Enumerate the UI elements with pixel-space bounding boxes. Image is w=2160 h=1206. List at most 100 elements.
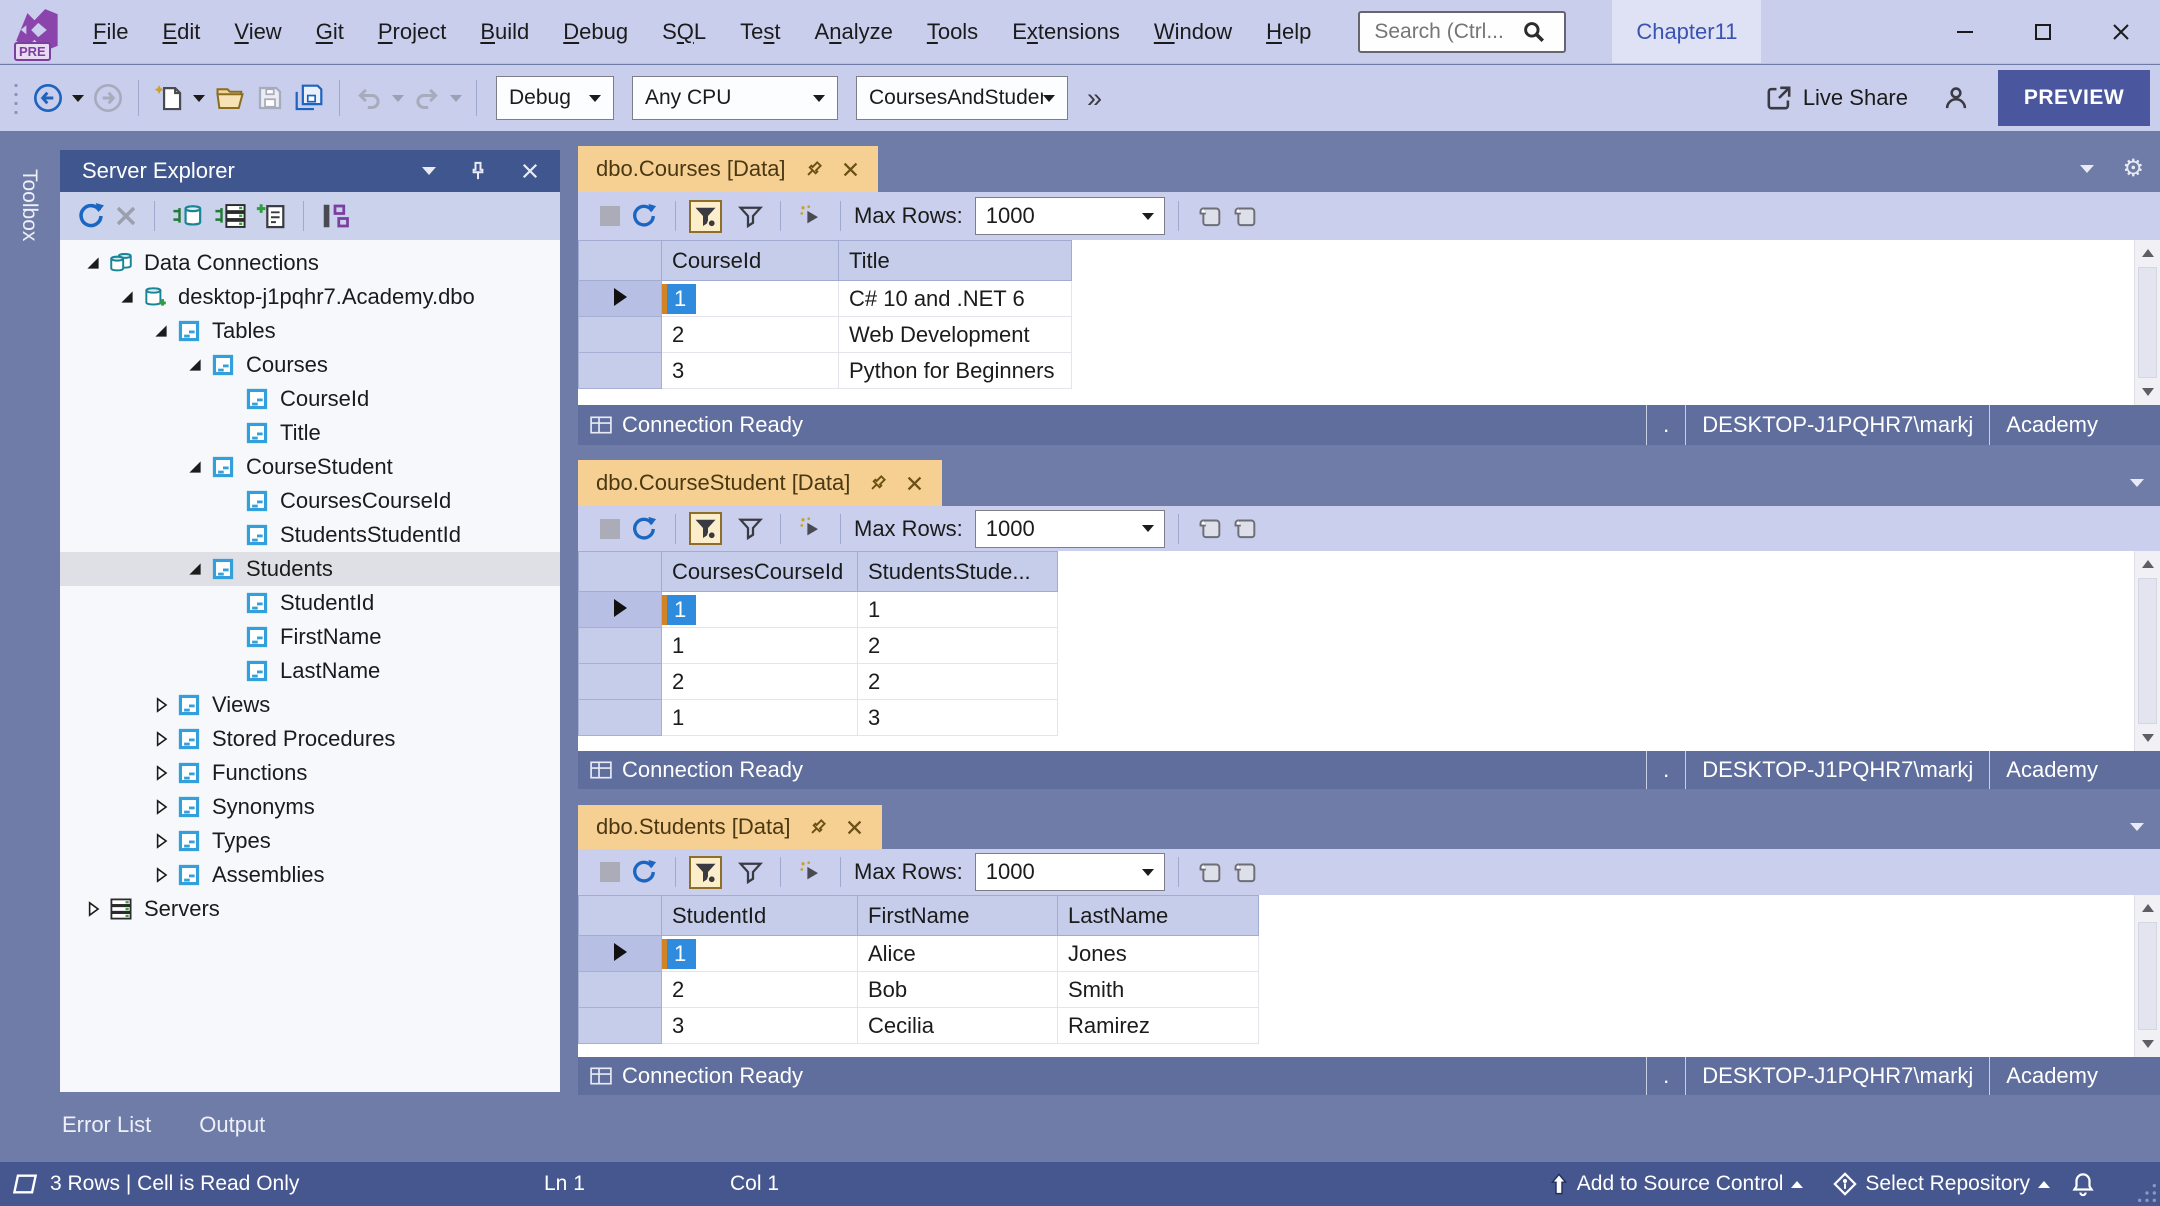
close-button[interactable]	[2082, 0, 2160, 64]
connect-to-server-icon[interactable]	[209, 197, 251, 235]
filter-icon[interactable]	[734, 512, 767, 545]
column-header-coursescourseid[interactable]: CoursesCourseId	[662, 552, 858, 592]
expander-collapsed-icon[interactable]	[148, 764, 174, 782]
grid-cell[interactable]: Ramirez	[1058, 1008, 1259, 1044]
minimize-button[interactable]	[1926, 0, 2004, 64]
expander-collapsed-icon[interactable]	[148, 866, 174, 884]
vertical-scrollbar[interactable]	[2134, 551, 2160, 751]
resize-grip[interactable]	[2136, 1182, 2158, 1204]
grid-cell[interactable]: 1	[662, 592, 858, 628]
tree-item-data-connections[interactable]: Data Connections	[60, 246, 560, 280]
column-header-firstname[interactable]: FirstName	[858, 896, 1058, 936]
live-share-button[interactable]: Live Share	[1765, 84, 1908, 112]
grid-cell[interactable]: Bob	[858, 972, 1058, 1008]
menu-project[interactable]: Project	[361, 0, 463, 64]
startup-project-combo[interactable]: CoursesAndStudents	[856, 76, 1068, 120]
tab-close-icon[interactable]	[905, 474, 924, 493]
refresh-icon[interactable]	[626, 854, 662, 890]
filter-icon[interactable]	[734, 856, 767, 889]
menu-help[interactable]: Help	[1249, 0, 1328, 64]
row-selector[interactable]	[579, 1008, 662, 1044]
grid-cell[interactable]: 1	[662, 936, 858, 972]
platform-combo[interactable]: Any CPU	[632, 76, 838, 120]
window-position-icon[interactable]	[422, 167, 436, 175]
new-project-icon[interactable]	[149, 78, 189, 118]
stop-icon[interactable]	[600, 206, 620, 226]
undo-icon[interactable]	[350, 79, 388, 117]
tab-output[interactable]: Output	[199, 1112, 265, 1138]
expander-collapsed-icon[interactable]	[148, 798, 174, 816]
grid-cell[interactable]: Python for Beginners	[839, 353, 1072, 389]
scrollbar-thumb[interactable]	[2138, 267, 2157, 378]
tree-item-studentsstudentid[interactable]: StudentsStudentId	[60, 518, 560, 552]
scroll-down-icon[interactable]	[2135, 379, 2160, 405]
grid-cell[interactable]: 1	[662, 628, 858, 664]
stop-refresh-icon[interactable]	[110, 200, 142, 232]
save-all-icon[interactable]	[289, 78, 329, 118]
add-connection-icon[interactable]	[251, 197, 291, 235]
search-input[interactable]	[1372, 19, 1522, 45]
run-query-icon[interactable]	[794, 856, 827, 889]
grid-cell[interactable]: 1	[858, 592, 1058, 628]
close-icon[interactable]	[520, 161, 540, 181]
document-tab-active[interactable]: dbo.Courses [Data]	[578, 146, 878, 192]
menu-debug[interactable]: Debug	[546, 0, 645, 64]
toolbox-tab[interactable]: Toolbox	[8, 150, 50, 260]
stop-icon[interactable]	[600, 519, 620, 539]
row-selector[interactable]	[579, 700, 662, 736]
sql-pane-icon[interactable]	[1192, 856, 1227, 889]
script-pane-icon[interactable]	[1227, 200, 1262, 233]
save-icon[interactable]	[251, 79, 289, 117]
tree-item-assemblies[interactable]: Assemblies	[60, 858, 560, 892]
tree-item-firstname[interactable]: FirstName	[60, 620, 560, 654]
server-explorer-header[interactable]: Server Explorer	[60, 150, 560, 192]
tree-item-studentid[interactable]: StudentId	[60, 586, 560, 620]
tab-pin-icon[interactable]	[868, 474, 887, 493]
grid-cell[interactable]: 2	[662, 664, 858, 700]
document-tab-active[interactable]: dbo.Students [Data]	[578, 805, 882, 849]
scrollbar-thumb[interactable]	[2138, 922, 2157, 1030]
filter-settings-button[interactable]	[689, 856, 722, 889]
column-header-lastname[interactable]: LastName	[1058, 896, 1259, 936]
toolbar-grip[interactable]	[12, 81, 20, 115]
grid-cell[interactable]: Jones	[1058, 936, 1259, 972]
tree-item-coursescourseid[interactable]: CoursesCourseId	[60, 484, 560, 518]
grid-cell[interactable]: 3	[662, 1008, 858, 1044]
column-header-courseid[interactable]: CourseId	[662, 241, 839, 281]
expander-expanded-icon[interactable]	[182, 458, 208, 476]
expander-expanded-icon[interactable]	[148, 322, 174, 340]
menu-build[interactable]: Build	[463, 0, 546, 64]
run-query-icon[interactable]	[794, 200, 827, 233]
grid-cell[interactable]: 2	[858, 628, 1058, 664]
grid-cell[interactable]: 2	[662, 317, 839, 353]
window-position-icon[interactable]	[2130, 479, 2144, 487]
menu-test[interactable]: Test	[723, 0, 797, 64]
document-tab-active[interactable]: dbo.CourseStudent [Data]	[578, 460, 942, 506]
filter-settings-button[interactable]	[689, 200, 722, 233]
menu-file[interactable]: File	[76, 0, 145, 64]
grid-cell[interactable]: 1	[662, 700, 858, 736]
expander-expanded-icon[interactable]	[182, 560, 208, 578]
scroll-up-icon[interactable]	[2135, 551, 2160, 577]
tree-item-tables[interactable]: Tables	[60, 314, 560, 348]
tree-item-stored-procedures[interactable]: Stored Procedures	[60, 722, 560, 756]
navigate-back-dropdown[interactable]	[68, 91, 88, 106]
tree-item-views[interactable]: Views	[60, 688, 560, 722]
connect-to-database-icon[interactable]	[167, 197, 209, 235]
tab-close-icon[interactable]	[845, 818, 864, 837]
tree-item-students[interactable]: Students	[60, 552, 560, 586]
grid-cell[interactable]: 2	[662, 972, 858, 1008]
tree-item-functions[interactable]: Functions	[60, 756, 560, 790]
open-folder-icon[interactable]	[209, 79, 251, 117]
expander-collapsed-icon[interactable]	[148, 832, 174, 850]
undo-dropdown[interactable]	[388, 91, 408, 106]
expander-collapsed-icon[interactable]	[148, 730, 174, 748]
column-header-studentsstude[interactable]: StudentsStude...	[858, 552, 1058, 592]
script-pane-icon[interactable]	[1227, 856, 1262, 889]
stop-icon[interactable]	[600, 862, 620, 882]
max-rows-combo[interactable]: 1000	[975, 510, 1165, 548]
menu-extensions[interactable]: Extensions	[995, 0, 1137, 64]
tree-item-servers[interactable]: Servers	[60, 892, 560, 926]
grid-cell[interactable]: Alice	[858, 936, 1058, 972]
new-project-dropdown[interactable]	[189, 91, 209, 106]
